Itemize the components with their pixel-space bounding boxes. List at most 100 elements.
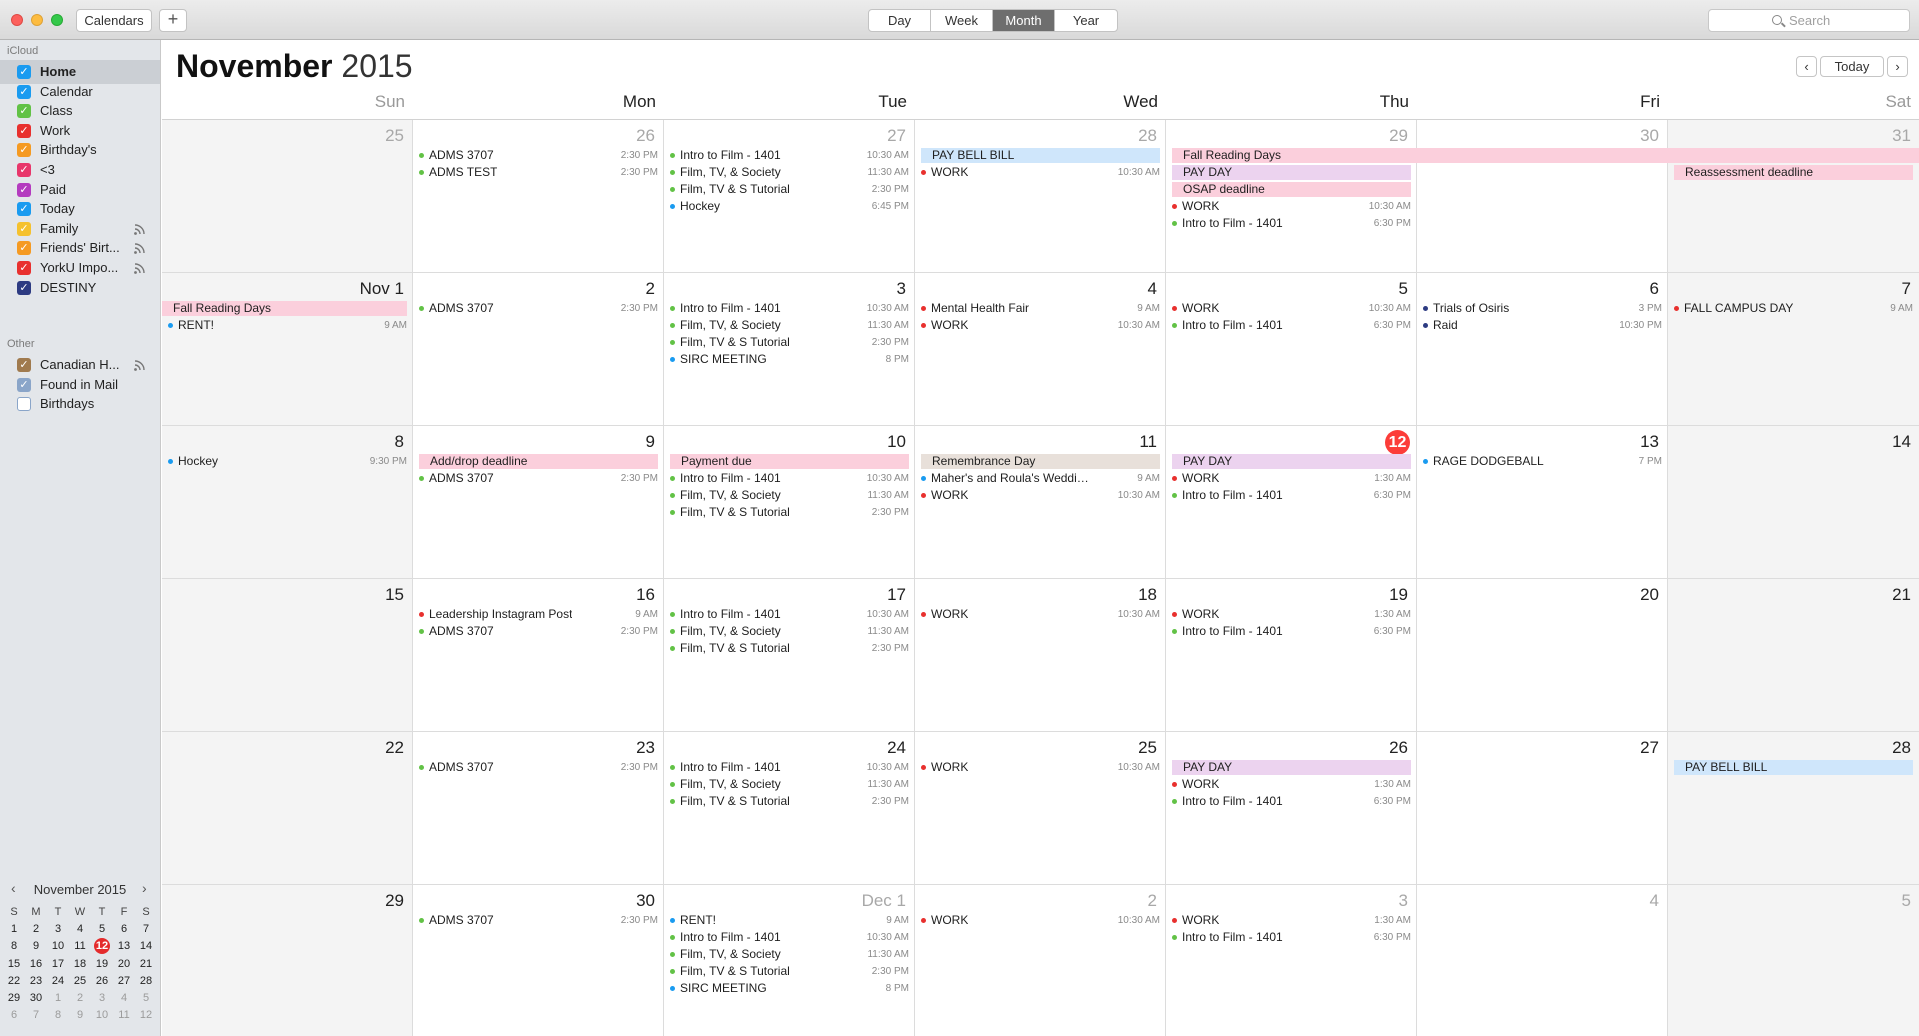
calendar-checkbox[interactable]: ✓ xyxy=(17,261,31,275)
all-day-event[interactable]: PAY DAY xyxy=(1172,760,1411,775)
sidebar-other-item[interactable]: Birthdays xyxy=(0,392,160,416)
timed-event[interactable]: Film, TV, & Society 11:30 AM xyxy=(668,318,911,333)
day-cell[interactable]: 28 PAY BELL BILL xyxy=(1668,732,1919,885)
today-button[interactable]: Today xyxy=(1820,56,1884,77)
timed-event[interactable]: Film, TV, & Society 11:30 AM xyxy=(668,488,911,503)
all-day-event[interactable]: Payment due xyxy=(670,454,909,469)
day-cell[interactable]: 21 xyxy=(1668,579,1919,732)
mini-day[interactable]: 7 xyxy=(135,921,157,938)
timed-event[interactable]: ADMS TEST 2:30 PM xyxy=(417,165,660,180)
timed-event[interactable]: WORK 10:30 AM xyxy=(1170,199,1413,214)
timed-event[interactable]: Intro to Film - 1401 10:30 AM xyxy=(668,607,911,622)
search-field[interactable]: Search xyxy=(1708,9,1910,32)
mini-day[interactable]: 6 xyxy=(3,1007,25,1024)
timed-event[interactable]: WORK 10:30 AM xyxy=(919,318,1162,333)
mini-day[interactable]: 14 xyxy=(135,938,157,955)
mini-day[interactable]: 11 xyxy=(69,938,91,955)
timed-event[interactable]: Intro to Film - 1401 6:30 PM xyxy=(1170,794,1413,809)
day-cell[interactable]: 11 Remembrance Day Maher's and Roula's Wed… xyxy=(915,426,1166,579)
mini-day[interactable]: 8 xyxy=(3,938,25,955)
calendar-checkbox[interactable]: ✓ xyxy=(17,202,31,217)
mini-day[interactable]: 20 xyxy=(113,956,135,973)
timed-event[interactable]: ADMS 3707 2:30 PM xyxy=(417,760,660,775)
mini-day[interactable]: 2 xyxy=(69,990,91,1007)
day-cell[interactable]: 2 WORK 10:30 AM xyxy=(915,885,1166,1036)
day-cell[interactable]: 24 Intro to Film - 1401 10:30 AM Film, TV, … xyxy=(664,732,915,885)
day-cell[interactable]: 2 ADMS 3707 2:30 PM xyxy=(413,273,664,426)
calendar-checkbox[interactable]: ✓ xyxy=(17,182,31,197)
calendar-checkbox[interactable]: ✓ xyxy=(17,143,31,158)
day-cell[interactable]: 31 Reassessment deadline xyxy=(1668,120,1919,273)
day-cell[interactable]: 23 ADMS 3707 2:30 PM xyxy=(413,732,664,885)
timed-event[interactable]: Intro to Film - 1401 6:30 PM xyxy=(1170,624,1413,639)
window-minimize-button[interactable] xyxy=(31,14,43,26)
mini-day[interactable]: 23 xyxy=(25,973,47,990)
day-cell[interactable]: 25 WORK 10:30 AM xyxy=(915,732,1166,885)
all-day-event[interactable]: Fall Reading Days xyxy=(162,301,407,316)
timed-event[interactable]: Film, TV & S Tutorial 2:30 PM xyxy=(668,964,911,979)
timed-event[interactable]: Intro to Film - 1401 6:30 PM xyxy=(1170,318,1413,333)
timed-event[interactable]: RENT! 9 AM xyxy=(668,913,911,928)
timed-event[interactable]: Intro to Film - 1401 10:30 AM xyxy=(668,148,911,163)
timed-event[interactable]: RAGE DODGEBALL 7 PM xyxy=(1421,454,1664,469)
day-cell[interactable]: 5 WORK 10:30 AM Intro to Film - 1401 6:30 PM xyxy=(1166,273,1417,426)
mini-day[interactable]: 26 xyxy=(91,973,113,990)
calendar-checkbox[interactable] xyxy=(17,397,31,412)
timed-event[interactable]: Film, TV & S Tutorial 2:30 PM xyxy=(668,335,911,350)
day-cell[interactable]: Nov 1 Fall Reading Days RENT! 9 AM xyxy=(162,273,413,426)
timed-event[interactable]: Intro to Film - 1401 6:30 PM xyxy=(1170,216,1413,231)
timed-event[interactable]: Film, TV, & Society 11:30 AM xyxy=(668,947,911,962)
all-day-event[interactable]: PAY DAY xyxy=(1172,454,1411,469)
timed-event[interactable]: WORK 10:30 AM xyxy=(919,165,1162,180)
mini-day[interactable]: 17 xyxy=(47,956,69,973)
day-cell[interactable]: 3 Intro to Film - 1401 10:30 AM Film, TV, &… xyxy=(664,273,915,426)
all-day-event[interactable]: OSAP deadline xyxy=(1172,182,1411,197)
timed-event[interactable]: WORK 10:30 AM xyxy=(919,607,1162,622)
timed-event[interactable]: Film, TV & S Tutorial 2:30 PM xyxy=(668,641,911,656)
day-cell[interactable]: Dec 1 RENT! 9 AM Intro to Film - 1401 10:30 … xyxy=(664,885,915,1036)
timed-event[interactable]: Hockey 6:45 PM xyxy=(668,199,911,214)
timed-event[interactable]: Intro to Film - 1401 10:30 AM xyxy=(668,471,911,486)
multi-day-event[interactable]: Fall Reading Days xyxy=(1172,148,1919,163)
mini-day[interactable]: 2 xyxy=(25,921,47,938)
calendar-checkbox[interactable]: ✓ xyxy=(17,280,31,295)
next-month-button[interactable]: › xyxy=(1887,56,1908,77)
timed-event[interactable]: ADMS 3707 2:30 PM xyxy=(417,624,660,639)
timed-event[interactable]: WORK 10:30 AM xyxy=(919,913,1162,928)
mini-day[interactable]: 15 xyxy=(3,956,25,973)
day-cell[interactable]: 27 Intro to Film - 1401 10:30 AM Film, TV, … xyxy=(664,120,915,273)
day-cell[interactable]: 19 WORK 1:30 AM Intro to Film - 1401 6:30 PM xyxy=(1166,579,1417,732)
day-cell[interactable]: 7 FALL CAMPUS DAY 9 AM xyxy=(1668,273,1919,426)
mini-day[interactable]: 18 xyxy=(69,956,91,973)
timed-event[interactable]: Film, TV, & Society 11:30 AM xyxy=(668,165,911,180)
view-tab-month[interactable]: Month xyxy=(993,10,1055,31)
all-day-event[interactable]: PAY BELL BILL xyxy=(1674,760,1913,775)
timed-event[interactable]: Film, TV & S Tutorial 2:30 PM xyxy=(668,182,911,197)
calendar-checkbox[interactable]: ✓ xyxy=(17,163,31,177)
timed-event[interactable]: ADMS 3707 2:30 PM xyxy=(417,471,660,486)
window-close-button[interactable] xyxy=(11,14,23,26)
day-cell[interactable]: 29 xyxy=(162,885,413,1036)
mini-day[interactable]: 3 xyxy=(47,921,69,938)
mini-day[interactable]: 9 xyxy=(69,1007,91,1024)
timed-event[interactable]: WORK 1:30 AM xyxy=(1170,913,1413,928)
sidebar-calendar-item[interactable]: ✓ DESTINY xyxy=(0,276,160,300)
timed-event[interactable]: Intro to Film - 1401 6:30 PM xyxy=(1170,930,1413,945)
timed-event[interactable]: Hockey 9:30 PM xyxy=(166,454,409,469)
mini-day[interactable]: 1 xyxy=(47,990,69,1007)
calendar-checkbox[interactable]: ✓ xyxy=(17,84,31,99)
timed-event[interactable]: WORK 10:30 AM xyxy=(919,488,1162,503)
day-cell[interactable]: 12 PAY DAY WORK 1:30 AM Intro to Film - 1401… xyxy=(1166,426,1417,579)
timed-event[interactable]: WORK 10:30 AM xyxy=(1170,301,1413,316)
add-event-button[interactable]: + xyxy=(159,9,187,32)
day-cell[interactable]: 17 Intro to Film - 1401 10:30 AM Film, TV, … xyxy=(664,579,915,732)
all-day-event[interactable]: PAY BELL BILL xyxy=(921,148,1160,163)
day-cell[interactable]: 30 ADMS 3707 2:30 PM xyxy=(413,885,664,1036)
day-cell[interactable]: 25 xyxy=(162,120,413,273)
mini-day[interactable]: 5 xyxy=(91,921,113,938)
timed-event[interactable]: WORK 1:30 AM xyxy=(1170,607,1413,622)
day-cell[interactable]: 27 xyxy=(1417,732,1668,885)
day-cell[interactable]: 13 RAGE DODGEBALL 7 PM xyxy=(1417,426,1668,579)
timed-event[interactable]: Maher's and Roula's Wedding! 9 AM xyxy=(919,471,1162,486)
mini-day[interactable]: 4 xyxy=(113,990,135,1007)
